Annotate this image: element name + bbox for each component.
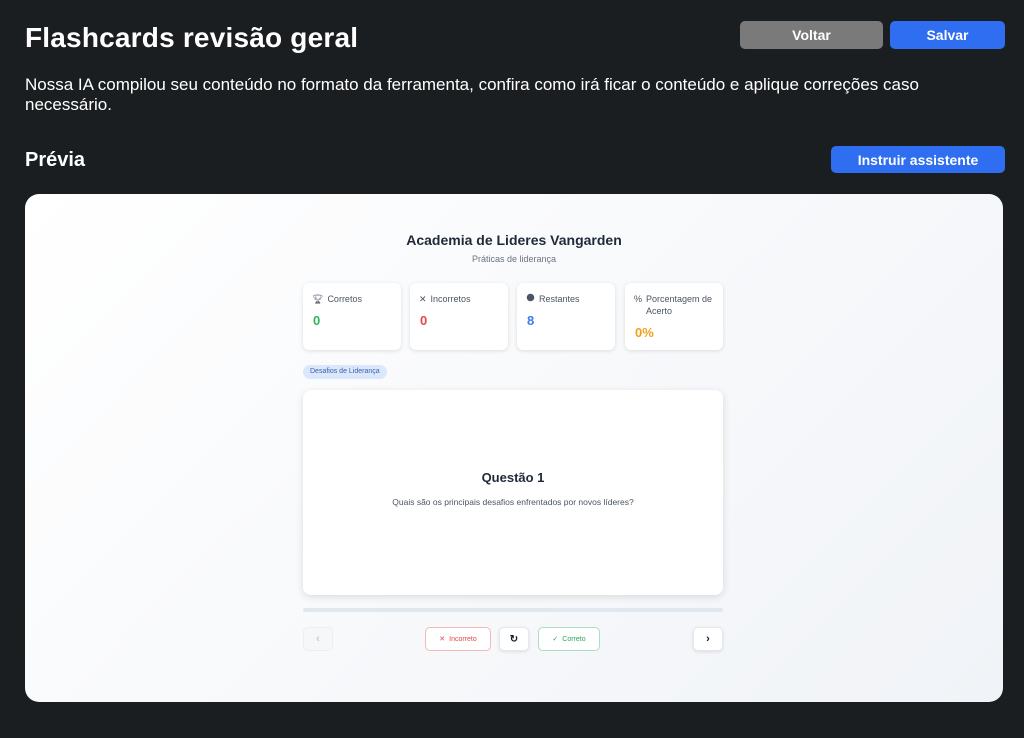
preview-section-title: Prévia [25, 149, 86, 171]
mark-correct-label: Correto [562, 635, 586, 643]
page-description: Nossa IA compilou seu conteúdo no format… [25, 75, 919, 114]
stat-card-correct: 🏆︎ Corretos 0 [303, 283, 401, 350]
percent-icon: % [634, 294, 643, 304]
previous-card-button[interactable]: ‹ [303, 627, 333, 651]
save-button[interactable]: Salvar [890, 21, 1005, 49]
mark-incorrect-label: Incorreto [449, 635, 477, 643]
topic-badge: Desafios de Liderança [303, 365, 387, 379]
stat-value-incorrect: 0 [420, 313, 428, 328]
next-card-button[interactable]: › [693, 627, 723, 651]
stat-label-remaining: Restantes [539, 294, 580, 304]
brain-icon [526, 293, 535, 305]
course-title: Academia de Lideres Vangarden [406, 232, 622, 248]
chevron-left-icon: ‹ [316, 633, 320, 645]
back-button[interactable]: Voltar [740, 21, 883, 49]
stat-card-remaining: Restantes 8 [517, 283, 615, 350]
reset-button[interactable]: ↻ [499, 627, 529, 651]
stat-value-correct: 0 [313, 313, 321, 328]
stat-label-correct: Corretos [327, 294, 362, 304]
stat-value-percentage: 0% [635, 325, 654, 340]
instruct-assistant-button[interactable]: Instruir assistente [831, 146, 1005, 173]
mark-incorrect-button[interactable]: ✕ Incorreto [425, 627, 491, 651]
preview-panel: Academia de Lideres Vangarden Práticas d… [25, 194, 1003, 702]
chevron-right-icon: › [706, 633, 710, 645]
stat-label-percentage: Porcentagem de Acerto [646, 294, 713, 316]
flashcard-question: Quais são os principais desafios enfrent… [392, 497, 634, 507]
stat-value-remaining: 8 [527, 313, 535, 328]
flashcard[interactable]: Questão 1 Quais são os principais desafi… [303, 390, 723, 595]
mark-correct-button[interactable]: ✓ Correto [538, 627, 600, 651]
progress-bar [303, 608, 723, 612]
stat-card-incorrect: ✕ Incorretos 0 [410, 283, 508, 350]
page-title: Flashcards revisão geral [25, 22, 359, 53]
course-subtitle: Práticas de liderança [471, 254, 557, 264]
flashcard-title: Questão 1 [481, 470, 545, 485]
x-icon: ✕ [439, 636, 446, 643]
refresh-icon: ↻ [509, 633, 519, 645]
check-icon: ✓ [552, 636, 559, 643]
stat-card-percentage: % Porcentagem de Acerto 0% [625, 283, 723, 350]
trophy-icon: 🏆︎ [312, 294, 324, 304]
stat-label-incorrect: Incorretos [430, 294, 471, 304]
flashcards-editor-page: Flashcards revisão geral Voltar Salvar N… [0, 0, 1024, 738]
x-icon: ✕ [419, 294, 427, 304]
